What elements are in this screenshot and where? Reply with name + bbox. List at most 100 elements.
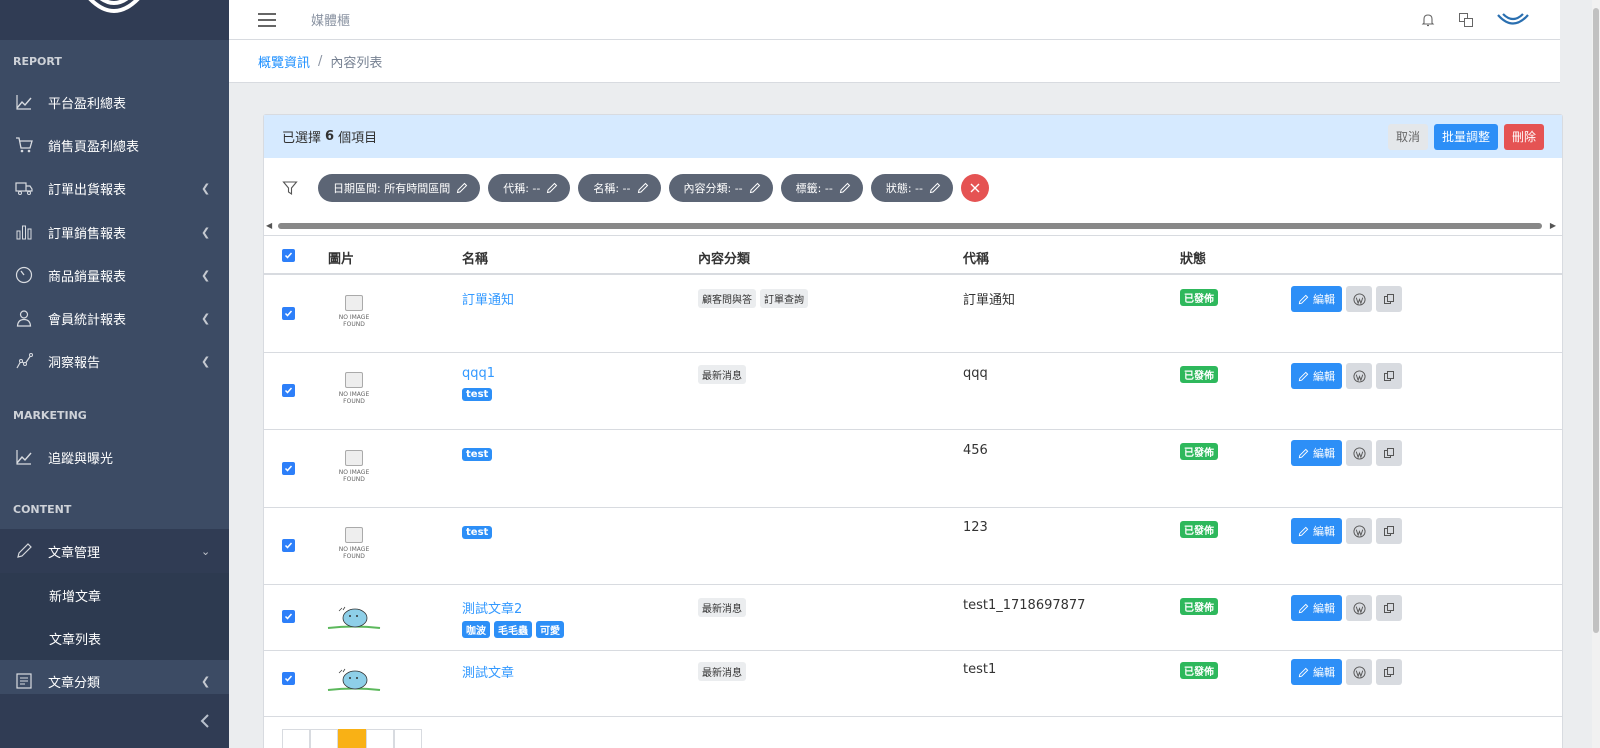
filter-chip-slug[interactable]: 代稱: --	[488, 174, 571, 202]
pagination-next[interactable]	[366, 729, 394, 748]
pagination-prev[interactable]	[310, 729, 338, 748]
language-icon[interactable]	[1458, 12, 1474, 28]
row-slug: 123	[963, 520, 988, 535]
pencil-icon	[1298, 294, 1309, 304]
row-name-link[interactable]: 訂單通知	[462, 289, 514, 308]
row-categories: 最新消息	[698, 598, 746, 617]
edit-button[interactable]: 編輯	[1291, 659, 1342, 685]
edit-button[interactable]: 編輯	[1291, 363, 1342, 389]
wordpress-icon	[1352, 665, 1366, 679]
pagination-last[interactable]	[394, 729, 422, 748]
sidebar-item-label: 會員統計報表	[48, 312, 127, 328]
article-thumbnail	[327, 668, 381, 691]
batch-adjust-button[interactable]: 批量調整	[1433, 123, 1498, 150]
delete-button[interactable]: 刪除	[1503, 123, 1544, 150]
sidebar-item-sales-page-profit[interactable]: 銷售頁盈利總表	[0, 123, 229, 167]
table-row: NO IMAGE FOUND 訂單通知 顧客問與答 訂單查詢 訂單通知 已發佈 編…	[264, 275, 1562, 353]
graph-icon	[14, 351, 34, 371]
sidebar-subitem-article-list[interactable]: 文章列表	[0, 616, 229, 660]
sidebar-brand[interactable]	[0, 0, 229, 40]
filter-chip-date[interactable]: 日期區間: 所有時間區間	[318, 174, 481, 202]
wordpress-button[interactable]	[1346, 659, 1372, 685]
breadcrumb-link-overview[interactable]: 概覽資訊	[258, 52, 310, 71]
tag-badge: 毛毛蟲	[494, 621, 532, 638]
edit-button[interactable]: 編輯	[1291, 595, 1342, 621]
edit-label: 編輯	[1313, 293, 1335, 306]
row-checkbox[interactable]	[282, 462, 295, 475]
row-name-link[interactable]: 測試文章2	[462, 598, 522, 617]
bell-icon[interactable]	[1420, 12, 1436, 28]
pencil-icon	[457, 182, 468, 194]
row-checkbox[interactable]	[282, 539, 295, 552]
row-slug: test1_1718697877	[963, 598, 1086, 613]
column-header-slug[interactable]: 代稱	[963, 248, 989, 267]
page-scrollbar[interactable]	[1592, 0, 1600, 748]
row-slug: 456	[963, 443, 988, 458]
filter-chip-category[interactable]: 內容分類: --	[668, 174, 773, 202]
row-name-link[interactable]: 測試文章	[462, 662, 514, 681]
sidebar-section-marketing: MARKETING	[13, 409, 87, 422]
wordpress-button[interactable]	[1346, 518, 1372, 544]
sidebar-item-product-sales[interactable]: 商品銷量報表 ❮	[0, 253, 229, 297]
copy-button[interactable]	[1376, 440, 1402, 466]
sidebar-item-tracking[interactable]: 追蹤與曝光	[0, 435, 229, 479]
sidebar-item-order-sales[interactable]: 訂單銷售報表 ❮	[0, 210, 229, 254]
sidebar-item-platform-profit[interactable]: 平台盈利總表	[0, 80, 229, 124]
menu-toggle-icon[interactable]	[258, 9, 276, 31]
row-checkbox[interactable]	[282, 610, 295, 623]
table-horizontal-scrollbar[interactable]: ◀ ▶	[264, 220, 1562, 230]
row-tags: test	[462, 388, 493, 401]
selection-prefix: 已選擇	[282, 131, 322, 146]
filter-icon[interactable]	[280, 180, 300, 196]
row-checkbox[interactable]	[282, 307, 295, 320]
scroll-right-arrow-icon[interactable]: ▶	[1550, 221, 1556, 230]
column-header-image: 圖片	[328, 252, 355, 267]
table-row: NO IMAGE FOUND test 456 已發佈 編輯	[264, 430, 1562, 508]
speedometer-icon	[14, 265, 34, 285]
wordpress-button[interactable]	[1346, 595, 1372, 621]
wordpress-button[interactable]	[1346, 286, 1372, 312]
copy-button[interactable]	[1376, 659, 1402, 685]
row-actions: 編輯	[1291, 286, 1402, 312]
wordpress-button[interactable]	[1346, 440, 1372, 466]
pagination-page-current[interactable]	[338, 729, 366, 748]
avatar-logo[interactable]	[1496, 10, 1530, 30]
edit-button[interactable]: 編輯	[1291, 440, 1342, 466]
column-header-status[interactable]: 狀態	[1180, 248, 1206, 267]
row-checkbox[interactable]	[282, 384, 295, 397]
column-header-name[interactable]: 名稱	[462, 248, 488, 267]
copy-button[interactable]	[1376, 518, 1402, 544]
filter-chip-tag[interactable]: 標籤: --	[780, 174, 863, 202]
row-name-link[interactable]: qqq1	[462, 366, 495, 381]
cancel-button[interactable]: 取消	[1387, 123, 1428, 150]
sidebar-item-label: 文章管理	[48, 545, 101, 561]
chevron-left-icon: ❮	[201, 311, 211, 325]
table-row: 測試文章2 咖波 毛毛蟲 可愛 最新消息 test1_1718697877 已發…	[264, 585, 1562, 651]
pencil-icon	[1298, 371, 1309, 381]
clear-filters-button[interactable]	[960, 174, 989, 202]
scroll-left-arrow-icon[interactable]: ◀	[266, 221, 272, 230]
filter-chip-name[interactable]: 名稱: --	[578, 174, 661, 202]
copy-button[interactable]	[1376, 286, 1402, 312]
select-all-checkbox[interactable]	[282, 249, 295, 262]
sidebar-subitem-new-article[interactable]: 新增文章	[0, 573, 229, 617]
sidebar-item-member-stats[interactable]: 會員統計報表 ❮	[0, 296, 229, 340]
edit-button[interactable]: 編輯	[1291, 286, 1342, 312]
pagination-first[interactable]	[282, 729, 310, 748]
sidebar-minimizer[interactable]	[0, 694, 229, 748]
edit-button[interactable]: 編輯	[1291, 518, 1342, 544]
sidebar-item-article-management[interactable]: 文章管理 ⌄	[0, 529, 229, 573]
category-badge: 最新消息	[698, 662, 746, 681]
sidebar-item-insight-report[interactable]: 洞察報告 ❮	[0, 339, 229, 383]
row-checkbox[interactable]	[282, 672, 295, 685]
sidebar-item-order-shipping[interactable]: 訂單出貨報表 ❮	[0, 166, 229, 210]
pencil-icon	[749, 182, 760, 194]
chart-line-icon	[14, 92, 34, 112]
copy-button[interactable]	[1376, 363, 1402, 389]
filter-chip-status[interactable]: 狀態: --	[870, 174, 953, 202]
column-header-category: 內容分類	[698, 252, 751, 267]
wordpress-button[interactable]	[1346, 363, 1372, 389]
status-badge: 已發佈	[1180, 598, 1218, 615]
sidebar-item-label: 銷售頁盈利總表	[48, 139, 140, 155]
copy-button[interactable]	[1376, 595, 1402, 621]
